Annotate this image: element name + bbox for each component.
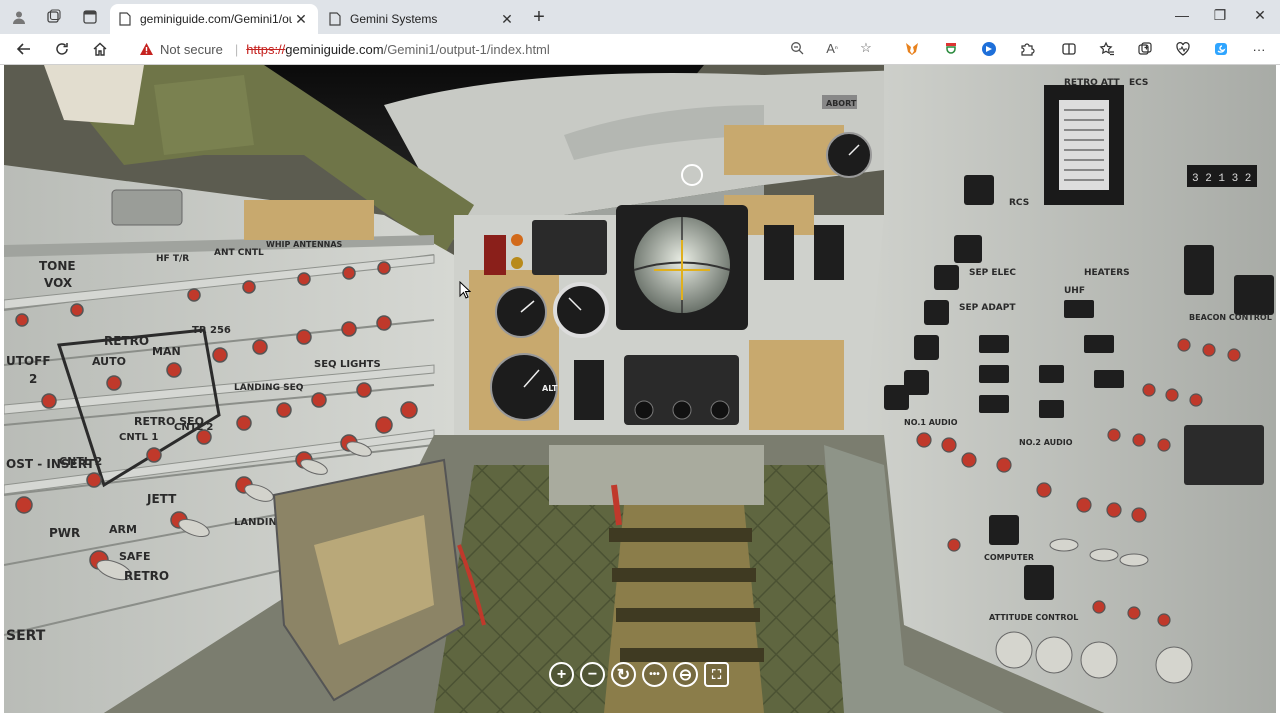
collections-toolbar-icon[interactable]: [1135, 39, 1155, 59]
label-utoff: UTOFF: [6, 354, 51, 368]
url-host: geminiguide.com: [285, 41, 384, 57]
label-landing-seq: LANDING SEQ: [234, 383, 304, 393]
clock-digits: 3 2 1 3 2: [1192, 173, 1251, 185]
label-cntl-2: CNTL 2: [174, 422, 213, 433]
label-hf-tr: HF T/R: [156, 254, 189, 264]
tab-geminiguide[interactable]: geminiguide.com/Gemini1/outpu ✕: [110, 4, 318, 34]
label-ecs: ECS: [1129, 78, 1148, 88]
label-arm: ARM: [109, 523, 137, 536]
label-attitude-control: ATTITUDE CONTROL: [989, 613, 1078, 622]
label-cntl-1: CNTL 1: [119, 432, 158, 443]
label-tr256: TR 256: [192, 325, 231, 336]
label-sep-adapt: SEP ADAPT: [959, 303, 1016, 313]
page-icon: [328, 12, 342, 26]
mouse-cursor-icon: [459, 281, 471, 299]
label-no1-audio: NO.1 AUDIO: [904, 418, 958, 427]
page-icon: [118, 12, 132, 26]
label-alt: ALT: [542, 384, 558, 393]
panorama-viewer[interactable]: TONE VOX HF T/R ANT CNTL WHIP ANTENNAS R…: [4, 65, 1276, 713]
tab-title: geminiguide.com/Gemini1/outpu: [140, 12, 292, 26]
label-auto: AUTO: [92, 355, 126, 368]
collections-icon[interactable]: [42, 6, 64, 28]
label-vox: VOX: [44, 276, 73, 290]
edge-copilot-icon[interactable]: [1211, 39, 1231, 59]
minus-icon: −: [587, 665, 598, 683]
close-tab-icon[interactable]: ✕: [498, 11, 516, 28]
favorites-icon[interactable]: [1097, 39, 1117, 59]
read-aloud-icon[interactable]: Aⁿ: [823, 39, 841, 57]
cockpit-panorama-image: TONE VOX HF T/R ANT CNTL WHIP ANTENNAS R…: [4, 65, 1276, 713]
home-button[interactable]: [88, 38, 112, 60]
window-bottom-edge: [0, 713, 1280, 720]
home-icon: [93, 42, 107, 56]
tab-strip: geminiguide.com/Gemini1/outpu ✕ Gemini S…: [0, 0, 1280, 34]
browser-essentials-icon[interactable]: [1173, 39, 1193, 59]
dots-icon: •••: [649, 669, 660, 680]
label-utoff-2: 2: [29, 372, 37, 386]
label-sert: SERT: [6, 628, 46, 644]
label-cntl-2b: CNTL 2: [59, 455, 102, 468]
autorotate-button[interactable]: ↻: [611, 662, 636, 687]
label-rcs: RCS: [1009, 198, 1029, 208]
fullscreen-icon: ⛶: [711, 666, 722, 682]
tab-gemini-systems[interactable]: Gemini Systems ✕: [320, 4, 524, 34]
toolbar: Not secure | https:// geminiguide.com /G…: [0, 34, 1280, 65]
minimize-button[interactable]: —: [1162, 7, 1202, 27]
profile-icon[interactable]: [8, 6, 30, 28]
window-close-button[interactable]: ✕: [1240, 7, 1280, 27]
refresh-button[interactable]: [50, 38, 74, 60]
label-retro-att: RETRO ATT: [1064, 78, 1121, 88]
address-bar[interactable]: Not secure | https:// geminiguide.com /G…: [126, 36, 886, 62]
settings-more-icon[interactable]: ···: [1249, 39, 1269, 59]
url-path: /Gemini1/output-1/index.html: [383, 41, 550, 57]
label-man: MAN: [152, 345, 181, 358]
vertical-tabs-icon[interactable]: [79, 6, 101, 28]
viewer-controls: + − ↻ ••• ⊖ ⛶: [549, 662, 729, 690]
label-safe: SAFE: [119, 550, 150, 563]
label-abort: ABORT: [826, 99, 857, 108]
label-ant-cntl: ANT CNTL: [214, 248, 264, 258]
label-tone: TONE: [39, 259, 76, 273]
extension-icon-3[interactable]: [979, 39, 999, 59]
tan-padding: [724, 125, 844, 175]
warning-icon[interactable]: [138, 41, 154, 57]
zoom-icon[interactable]: [788, 39, 806, 57]
label-sep-elec: SEP ELEC: [969, 268, 1016, 278]
label-whip-antennas: WHIP ANTENNAS: [266, 240, 343, 249]
extension-icon-2[interactable]: [941, 39, 961, 59]
label-no2-audio: NO.2 AUDIO: [1019, 438, 1073, 447]
omnibox-divider: |: [234, 41, 239, 57]
url-scheme: https://: [246, 41, 286, 57]
label-retro: RETRO: [104, 334, 149, 348]
fullscreen-button[interactable]: ⛶: [704, 662, 729, 687]
security-label[interactable]: Not secure: [160, 42, 223, 57]
tab-title: Gemini Systems: [350, 12, 438, 26]
label-beacon-control: BEACON CONTROL: [1189, 313, 1272, 322]
back-button[interactable]: [12, 38, 36, 60]
label-pwr: PWR: [49, 526, 80, 540]
zoom-in-button[interactable]: +: [549, 662, 574, 687]
split-screen-icon[interactable]: [1059, 39, 1079, 59]
label-retro-bottom: RETRO: [124, 569, 169, 583]
label-jett: JETT: [146, 492, 177, 506]
label-heaters: HEATERS: [1084, 268, 1130, 278]
vr-button[interactable]: ⊖: [673, 662, 698, 687]
refresh-icon: [56, 43, 68, 55]
metamask-extension-icon[interactable]: [902, 39, 922, 59]
vr-icon: ⊖: [678, 666, 693, 684]
back-arrow-icon: [16, 43, 30, 55]
hotspots-button[interactable]: •••: [642, 662, 667, 687]
label-uhf-right: UHF: [1064, 286, 1085, 296]
rotate-icon: ↻: [616, 666, 631, 684]
maximize-button[interactable]: ❐: [1200, 7, 1240, 27]
favorite-star-icon[interactable]: ☆: [857, 39, 875, 57]
extensions-puzzle-icon[interactable]: [1017, 39, 1037, 59]
label-computer: COMPUTER: [984, 553, 1034, 562]
close-tab-icon[interactable]: ✕: [292, 11, 310, 28]
zoom-out-button[interactable]: −: [580, 662, 605, 687]
label-seq-lights: SEQ LIGHTS: [314, 359, 381, 370]
plus-icon: +: [556, 665, 567, 683]
new-tab-button[interactable]: +: [528, 7, 550, 29]
